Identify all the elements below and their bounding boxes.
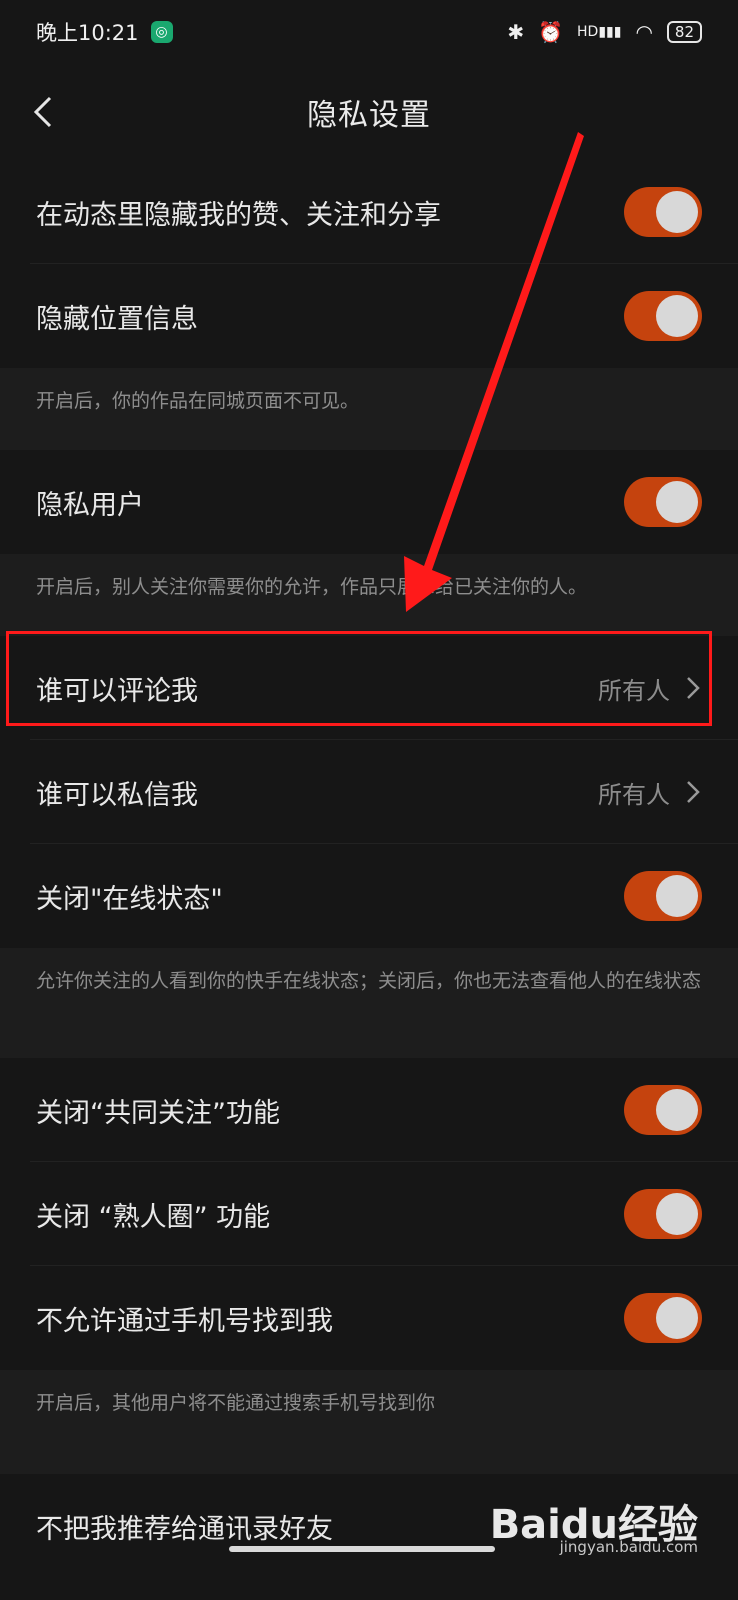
toggle-knob xyxy=(656,481,698,523)
annotation-highlight-box xyxy=(6,631,712,726)
toggle-switch[interactable] xyxy=(624,871,702,921)
toggle-switch[interactable] xyxy=(624,1189,702,1239)
signal-hd-label: HD xyxy=(577,24,599,40)
toggle-switch[interactable] xyxy=(624,1085,702,1135)
battery-icon: 82 xyxy=(666,21,702,43)
setting-hide-likes[interactable]: 在动态里隐藏我的赞、关注和分享 xyxy=(0,160,738,264)
setting-note: 开启后，其他用户将不能通过搜索手机号找到你 xyxy=(0,1370,738,1474)
setting-note: 开启后，你的作品在同城页面不可见。 xyxy=(0,368,738,450)
setting-mutual-follow[interactable]: 关闭“共同关注”功能 xyxy=(0,1058,738,1162)
toggle-switch[interactable] xyxy=(624,187,702,237)
back-arrow-icon[interactable] xyxy=(26,92,66,132)
toggle-knob xyxy=(656,1297,698,1339)
setting-hide-location[interactable]: 隐藏位置信息 xyxy=(0,264,738,368)
setting-label: 关闭“共同关注”功能 xyxy=(36,1097,280,1129)
chevron-right-icon xyxy=(687,781,700,803)
setting-online-status[interactable]: 关闭"在线状态" xyxy=(0,844,738,948)
settings-list: 在动态里隐藏我的赞、关注和分享 隐藏位置信息 开启后，你的作品在同城页面不可见。… xyxy=(0,160,738,1578)
setting-label: 在动态里隐藏我的赞、关注和分享 xyxy=(36,199,441,231)
signal-icon: HD▮▮▮ xyxy=(577,24,622,40)
status-time: 晚上10:21 xyxy=(36,21,139,45)
setting-label: 不允许通过手机号找到我 xyxy=(36,1305,333,1337)
status-left: 晚上10:21 ◎ xyxy=(36,17,173,47)
setting-note: 开启后，别人关注你需要你的允许，作品只展示给已关注你的人。 xyxy=(0,554,738,636)
setting-label: 关闭"在线状态" xyxy=(36,883,223,915)
watermark-url: jingyan.baidu.com xyxy=(559,1538,698,1556)
setting-find-by-phone[interactable]: 不允许通过手机号找到我 xyxy=(0,1266,738,1370)
app-notification-icon: ◎ xyxy=(150,21,173,43)
setting-who-can-message[interactable]: 谁可以私信我 所有人 xyxy=(0,740,738,844)
wifi-icon: ◠ xyxy=(635,20,653,44)
status-bar: 晚上10:21 ◎ ✱ ⏰ HD▮▮▮ ◠ 82 xyxy=(0,0,738,64)
toggle-knob xyxy=(656,1089,698,1131)
status-right: ✱ ⏰ HD▮▮▮ ◠ 82 xyxy=(507,20,702,44)
setting-value: 所有人 xyxy=(598,780,670,809)
toggle-knob xyxy=(656,875,698,917)
setting-label: 隐藏位置信息 xyxy=(36,303,198,335)
setting-label: 不把我推荐给通讯录好友 xyxy=(36,1513,333,1545)
alarm-icon: ⏰ xyxy=(538,20,564,44)
setting-acquaintance-circle[interactable]: 关闭 “熟人圈” 功能 xyxy=(0,1162,738,1266)
toggle-knob xyxy=(656,191,698,233)
setting-private-user[interactable]: 隐私用户 xyxy=(0,450,738,554)
setting-note: 允许你关注的人看到你的快手在线状态；关闭后，你也无法查看他人的在线状态 xyxy=(0,948,738,1058)
setting-label: 谁可以私信我 xyxy=(36,779,198,811)
bluetooth-icon: ✱ xyxy=(507,20,525,44)
page-title: 隐私设置 xyxy=(307,98,431,133)
toggle-switch[interactable] xyxy=(624,1293,702,1343)
toggle-knob xyxy=(656,295,698,337)
baidu-watermark: Baidu经验 jingyan.baidu.com xyxy=(490,1492,698,1556)
toggle-knob xyxy=(656,1193,698,1235)
home-indicator[interactable] xyxy=(229,1546,495,1552)
toggle-switch[interactable] xyxy=(624,477,702,527)
toggle-switch[interactable] xyxy=(624,291,702,341)
setting-label: 隐私用户 xyxy=(36,489,144,521)
nav-header: 隐私设置 xyxy=(0,64,738,161)
setting-label: 关闭 “熟人圈” 功能 xyxy=(36,1201,271,1233)
value-group: 所有人 xyxy=(598,775,702,810)
